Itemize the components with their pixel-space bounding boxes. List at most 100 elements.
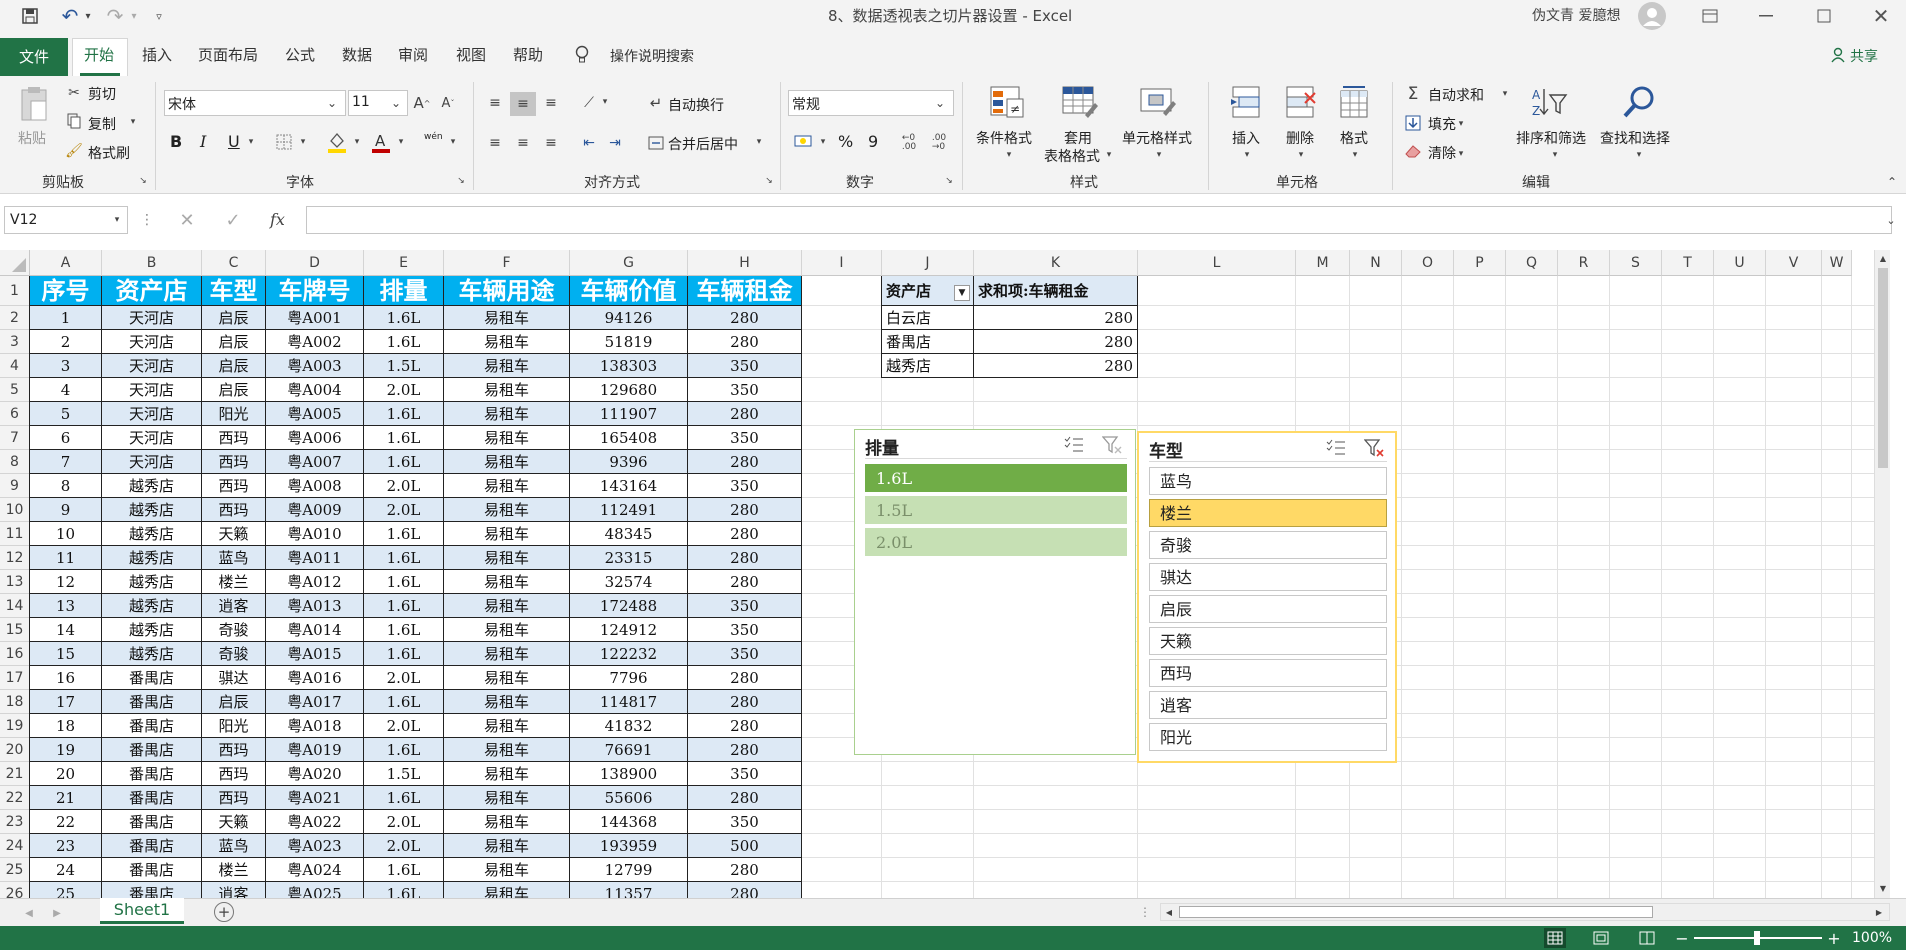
conditional-format-icon[interactable]: ≠	[988, 84, 1026, 120]
table-cell[interactable]: 1.6L	[364, 858, 444, 882]
table-cell[interactable]: 易租车	[444, 498, 570, 522]
table-cell[interactable]: 粤A012	[266, 570, 364, 594]
align-left-icon[interactable]: ≡	[484, 132, 506, 154]
table-cell[interactable]: 蓝鸟	[202, 834, 266, 858]
merge-center-button[interactable]: 合并后居中	[668, 134, 738, 154]
table-cell[interactable]: 22	[30, 810, 102, 834]
table-cell[interactable]: 280	[688, 306, 802, 330]
slicer-model[interactable]: 车型 蓝鸟 楼兰 奇骏 骐达 启辰 天籁 西玛 逍客 阳光	[1137, 431, 1397, 763]
accounting-dropdown-icon[interactable]: ▾	[818, 134, 828, 150]
table-cell[interactable]: 48345	[570, 522, 688, 546]
table-cell[interactable]: 19	[30, 738, 102, 762]
table-cell[interactable]: 41832	[570, 714, 688, 738]
table-cell[interactable]: 粤A016	[266, 666, 364, 690]
table-cell[interactable]: 易租车	[444, 522, 570, 546]
row-header[interactable]: 8	[0, 450, 30, 474]
table-cell[interactable]: 粤A009	[266, 498, 364, 522]
page-layout-view-icon[interactable]	[1590, 928, 1612, 948]
row-header[interactable]: 6	[0, 402, 30, 426]
table-cell[interactable]: 8	[30, 474, 102, 498]
table-cell[interactable]: 粤A002	[266, 330, 364, 354]
column-header[interactable]: N	[1350, 250, 1402, 276]
table-cell[interactable]: 天河店	[102, 354, 202, 378]
table-cell[interactable]: 粤A014	[266, 618, 364, 642]
delete-cells-button[interactable]: 删除	[1286, 128, 1314, 148]
table-cell[interactable]: 楼兰	[202, 858, 266, 882]
scroll-right-icon[interactable]: ▶	[1873, 906, 1885, 918]
save-icon[interactable]	[20, 6, 40, 26]
align-middle-icon[interactable]: ≡	[510, 92, 536, 116]
column-header[interactable]: D	[266, 250, 364, 276]
row-header[interactable]: 26	[0, 882, 30, 898]
font-name-dropdown-icon[interactable]: ⌄	[322, 92, 342, 114]
table-cell[interactable]: 23	[30, 834, 102, 858]
table-cell[interactable]: 280	[688, 738, 802, 762]
table-cell[interactable]: 165408	[570, 426, 688, 450]
table-cell[interactable]: 18	[30, 714, 102, 738]
column-header[interactable]: U	[1714, 250, 1766, 276]
table-cell[interactable]: 骐达	[202, 666, 266, 690]
autosum-button[interactable]: 自动求和	[1428, 85, 1484, 105]
table-cell[interactable]: 易租车	[444, 594, 570, 618]
format-cells-dropdown-icon[interactable]: ▾	[1350, 148, 1360, 162]
table-cell[interactable]: 番禺店	[102, 690, 202, 714]
table-cell[interactable]: 12	[30, 570, 102, 594]
slicer-item[interactable]: 1.6L	[865, 464, 1127, 492]
table-header[interactable]: 车辆租金	[688, 276, 802, 306]
avatar-icon[interactable]	[1638, 2, 1666, 30]
font-color-dropdown-icon[interactable]: ▾	[396, 134, 406, 150]
table-cell[interactable]: 138303	[570, 354, 688, 378]
table-cell[interactable]: 易租车	[444, 882, 570, 898]
font-size-dropdown-icon[interactable]: ⌄	[386, 92, 406, 114]
delete-cells-icon[interactable]	[1282, 84, 1318, 120]
cancel-formula-icon[interactable]: ✕	[176, 208, 198, 232]
table-cell[interactable]: 280	[688, 402, 802, 426]
row-header[interactable]: 4	[0, 354, 30, 378]
column-header[interactable]: C	[202, 250, 266, 276]
table-cell[interactable]: 易租车	[444, 306, 570, 330]
table-cell[interactable]: 1.6L	[364, 402, 444, 426]
table-cell[interactable]: 启辰	[202, 378, 266, 402]
paste-icon[interactable]	[18, 84, 50, 124]
table-cell[interactable]: 粤A005	[266, 402, 364, 426]
table-cell[interactable]: 1	[30, 306, 102, 330]
table-cell[interactable]: 2.0L	[364, 810, 444, 834]
conditional-format-dropdown-icon[interactable]: ▾	[1004, 148, 1014, 162]
tab-data[interactable]: 数据	[342, 44, 372, 65]
add-sheet-icon[interactable]: +	[214, 902, 234, 922]
table-cell[interactable]: 94126	[570, 306, 688, 330]
table-cell[interactable]: 易租车	[444, 858, 570, 882]
table-cell[interactable]: 6	[30, 426, 102, 450]
insert-cells-button[interactable]: 插入	[1232, 128, 1260, 148]
format-cells-icon[interactable]	[1336, 84, 1372, 120]
table-cell[interactable]: 21	[30, 786, 102, 810]
tab-page-layout[interactable]: 页面布局	[198, 44, 258, 65]
column-header[interactable]: L	[1138, 250, 1296, 276]
slicer-item[interactable]: 天籁	[1149, 627, 1387, 655]
table-cell[interactable]: 易租车	[444, 546, 570, 570]
table-cell[interactable]: 280	[688, 330, 802, 354]
font-color-icon[interactable]: A	[370, 130, 392, 154]
table-cell[interactable]: 14	[30, 618, 102, 642]
slicer-item[interactable]: 骐达	[1149, 563, 1387, 591]
delete-cells-dropdown-icon[interactable]: ▾	[1296, 148, 1306, 162]
zoom-out-icon[interactable]: −	[1674, 928, 1690, 948]
column-header[interactable]: J	[882, 250, 974, 276]
table-cell[interactable]: 越秀店	[102, 498, 202, 522]
table-cell[interactable]: 易租车	[444, 402, 570, 426]
table-cell[interactable]: 越秀店	[102, 594, 202, 618]
row-header[interactable]: 12	[0, 546, 30, 570]
column-header[interactable]: S	[1610, 250, 1662, 276]
table-cell[interactable]: 西玛	[202, 786, 266, 810]
column-header[interactable]: T	[1662, 250, 1714, 276]
table-cell[interactable]: 粤A018	[266, 714, 364, 738]
table-cell[interactable]: 2	[30, 330, 102, 354]
row-header[interactable]: 23	[0, 810, 30, 834]
pivot-row-label[interactable]: 白云店	[882, 306, 974, 330]
table-cell[interactable]: 23315	[570, 546, 688, 570]
table-cell[interactable]: 奇骏	[202, 642, 266, 666]
pivot-row-label[interactable]: 越秀店	[882, 354, 974, 378]
minimize-icon[interactable]	[1756, 6, 1776, 26]
table-cell[interactable]: 西玛	[202, 474, 266, 498]
table-cell[interactable]: 易租车	[444, 738, 570, 762]
